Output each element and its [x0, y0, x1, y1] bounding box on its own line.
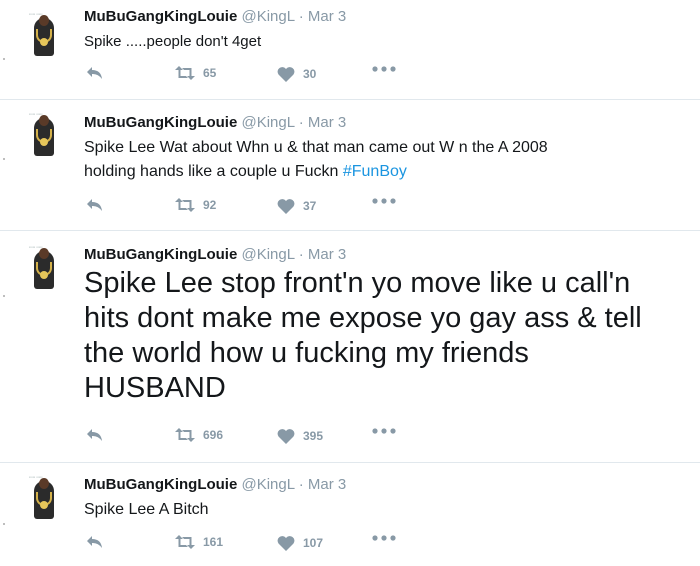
reply-button[interactable]	[86, 428, 103, 442]
tweet[interactable]: ▪▪▪▪▪ ▪▪▪▪▪ MuBuGangKingLouie @KingL · M…	[0, 100, 700, 231]
like-count: 37	[303, 199, 317, 213]
like-button[interactable]: 37	[277, 198, 316, 214]
more-button[interactable]	[372, 66, 396, 72]
tweet-text: Spike Lee Wat about Whn u & that man cam…	[84, 136, 684, 184]
heart-icon	[277, 536, 295, 551]
tweet-text-line: Spike .....people don't 4get	[84, 33, 262, 50]
tweet-feed: ▪▪▪▪▪ ▪▪▪▪▪ MuBuGangKingLouie @KingL · M…	[0, 0, 700, 566]
handle[interactable]: @KingL	[241, 246, 294, 263]
handle[interactable]: @KingL	[241, 476, 294, 493]
heart-icon	[277, 429, 295, 444]
retweet-icon	[175, 428, 195, 442]
reply-icon	[87, 536, 102, 548]
tweet-header: MuBuGangKingLouie @KingL · Mar 3	[84, 113, 684, 133]
avatar[interactable]: ▪▪▪▪▪ ▪▪▪▪▪	[20, 112, 68, 160]
separator: ·	[298, 476, 304, 493]
retweet-count: 161	[203, 535, 224, 549]
more-icon	[372, 66, 396, 72]
tweet-header: MuBuGangKingLouie @KingL · Mar 3	[84, 475, 684, 495]
retweet-icon	[175, 66, 195, 80]
display-name[interactable]: MuBuGangKingLouie	[84, 476, 237, 493]
tweet-text: Spike Lee stop front'n yo move like u ca…	[84, 266, 684, 406]
timestamp[interactable]: Mar 3	[308, 114, 346, 131]
like-button[interactable]: 30	[277, 66, 316, 82]
like-button[interactable]: 107	[277, 535, 323, 551]
separator: ·	[298, 246, 304, 263]
tweet-text-line: hits dont make me expose yo gay ass & te…	[84, 302, 642, 334]
tweet-text-line: Spike Lee Wat about Whn u & that man cam…	[84, 139, 548, 156]
retweet-count: 696	[203, 428, 224, 442]
tweet-header: MuBuGangKingLouie @KingL · Mar 3	[84, 245, 684, 265]
timestamp[interactable]: Mar 3	[308, 476, 346, 493]
handle[interactable]: @KingL	[241, 114, 294, 131]
reply-icon	[87, 429, 102, 441]
retweet-button[interactable]: 161	[175, 535, 223, 549]
tweet[interactable]: ▪▪▪▪▪ ▪▪▪▪▪ MuBuGangKingLouie @KingL · M…	[0, 0, 700, 100]
more-icon	[372, 198, 396, 204]
tweet-text: Spike .....people don't 4get	[84, 31, 684, 53]
tweet-text-line: holding hands like a couple u Fuckn #Fun…	[84, 163, 407, 180]
like-button[interactable]: 395	[277, 428, 323, 444]
more-icon	[372, 535, 396, 541]
more-icon	[372, 428, 396, 434]
separator: ·	[298, 114, 304, 131]
retweet-icon	[175, 535, 195, 549]
display-name[interactable]: MuBuGangKingLouie	[84, 8, 237, 25]
reply-button[interactable]	[86, 198, 103, 212]
tweet-header: MuBuGangKingLouie @KingL · Mar 3	[84, 7, 684, 27]
more-button[interactable]	[372, 428, 396, 434]
like-count: 107	[303, 536, 324, 550]
heart-icon	[277, 199, 295, 214]
retweet-count: 92	[203, 198, 217, 212]
reply-icon	[87, 67, 102, 79]
tweet-text-line: Spike Lee stop front'n yo move like u ca…	[84, 267, 631, 299]
retweet-icon	[175, 198, 195, 212]
handle[interactable]: @KingL	[241, 8, 294, 25]
like-count: 30	[303, 67, 317, 81]
retweet-button[interactable]: 92	[175, 198, 216, 212]
retweet-button[interactable]: 696	[175, 428, 223, 442]
tweet-text-line: the world how u fucking my friends	[84, 337, 529, 369]
avatar[interactable]: ▪▪▪▪▪ ▪▪▪▪▪	[20, 475, 68, 523]
display-name[interactable]: MuBuGangKingLouie	[84, 114, 237, 131]
more-button[interactable]	[372, 198, 396, 204]
tweet[interactable]: ▪▪▪▪▪ ▪▪▪▪▪ MuBuGangKingLouie @KingL · M…	[0, 231, 700, 463]
heart-icon	[277, 67, 295, 82]
tweet-text: Spike Lee A Bitch	[84, 499, 684, 521]
reply-button[interactable]	[86, 535, 103, 549]
tweet-text-line: Spike Lee A Bitch	[84, 501, 209, 518]
like-count: 395	[303, 429, 324, 443]
timestamp[interactable]: Mar 3	[308, 246, 346, 263]
hashtag-link[interactable]: #FunBoy	[343, 163, 407, 180]
tweet-text-line: HUSBAND	[84, 372, 226, 404]
timestamp[interactable]: Mar 3	[308, 8, 346, 25]
tweet[interactable]: ▪▪▪▪▪ ▪▪▪▪▪ MuBuGangKingLouie @KingL · M…	[0, 463, 700, 566]
more-button[interactable]	[372, 535, 396, 541]
avatar[interactable]: ▪▪▪▪▪ ▪▪▪▪▪	[20, 12, 68, 60]
retweet-count: 65	[203, 66, 217, 80]
reply-icon	[87, 199, 102, 211]
avatar[interactable]: ▪▪▪▪▪ ▪▪▪▪▪	[20, 245, 68, 293]
separator: ·	[298, 8, 304, 25]
retweet-button[interactable]: 65	[175, 66, 216, 80]
display-name[interactable]: MuBuGangKingLouie	[84, 246, 237, 263]
reply-button[interactable]	[86, 66, 103, 80]
